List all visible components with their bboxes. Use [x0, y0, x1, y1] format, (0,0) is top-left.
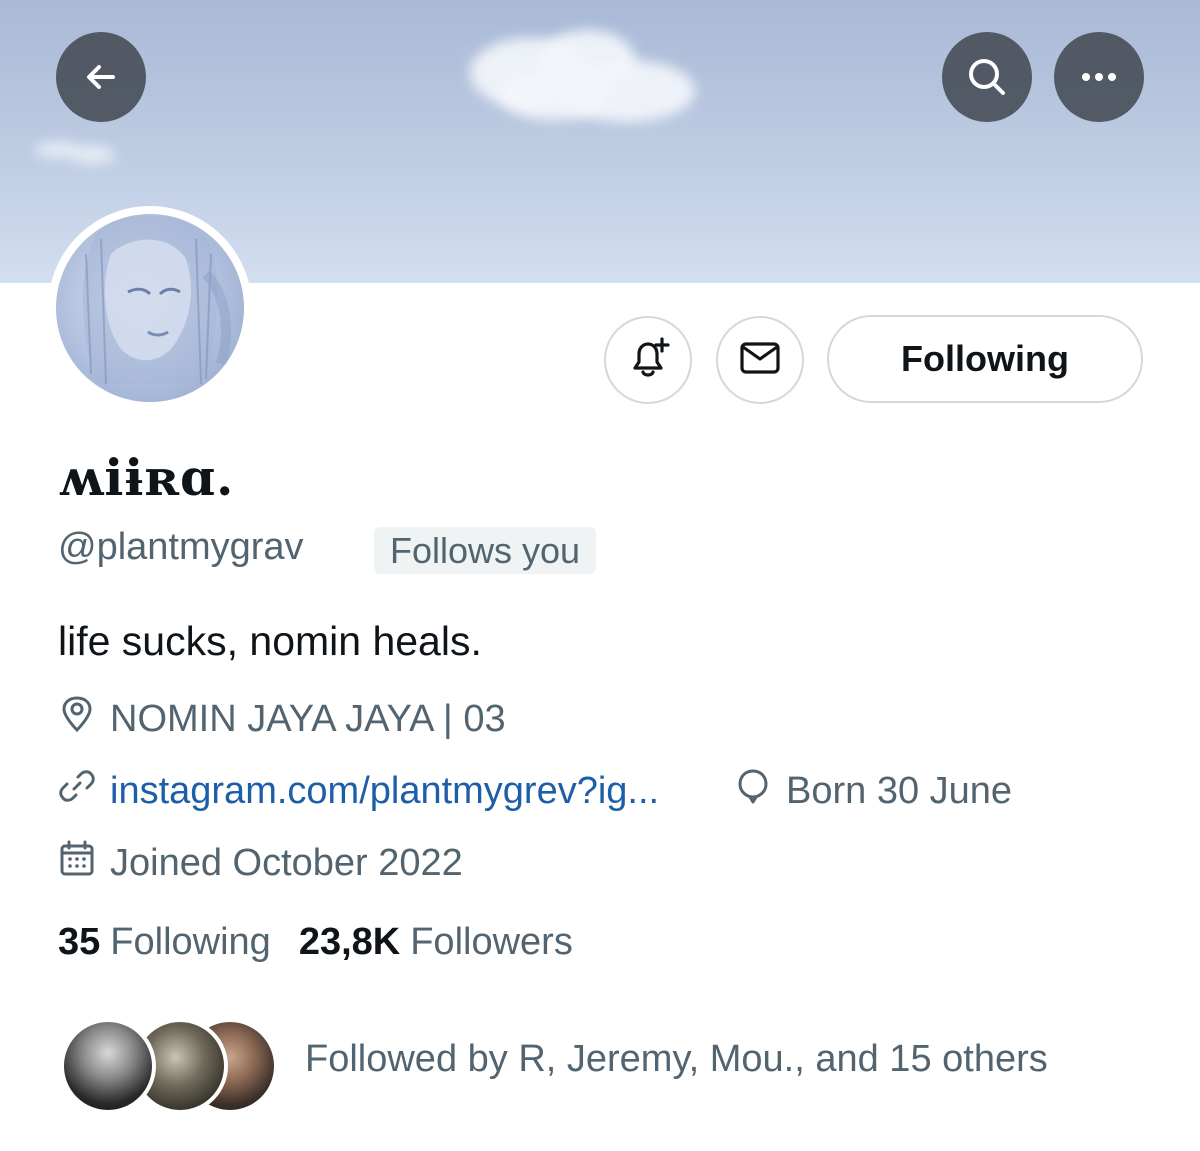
avatar-image [56, 214, 244, 402]
balloon-icon [734, 767, 786, 815]
profile-avatar[interactable] [48, 206, 252, 410]
mutual-followers-avatars[interactable] [60, 1018, 280, 1114]
bell-plus-icon [625, 335, 671, 386]
profile-page: Following ʍiɨʀɑ. @plantmygrav Follows yo… [0, 0, 1200, 1151]
following-button[interactable]: Following [827, 315, 1143, 403]
website-row[interactable]: instagram.com/plantmygrev?ig... [58, 767, 659, 815]
message-button[interactable] [716, 316, 804, 404]
banner-cloud [70, 146, 115, 164]
search-icon [965, 55, 1009, 99]
user-handle: @plantmygrav [58, 526, 304, 568]
following-stat[interactable]: 35 Following [58, 921, 271, 964]
more-button[interactable] [1054, 32, 1144, 122]
followers-count: 23,8K [298, 921, 401, 963]
more-horizontal-icon [1079, 71, 1119, 83]
follows-you-badge: Follows you [374, 527, 597, 574]
location-text: NOMIN JAYA JAYA | 03 [110, 697, 506, 740]
following-count: 35 [58, 921, 101, 963]
location-row: NOMIN JAYA JAYA | 03 [58, 695, 506, 743]
link-icon [58, 767, 110, 815]
back-button[interactable] [56, 32, 146, 122]
display-name: ʍiɨʀɑ. [58, 448, 235, 507]
birthday-row: Born 30 June [734, 767, 1012, 815]
location-pin-icon [58, 695, 110, 743]
banner-cloud [500, 70, 610, 120]
notifications-button[interactable] [604, 316, 692, 404]
following-label: Following [110, 921, 271, 963]
arrow-left-icon [81, 57, 121, 97]
follow-stats: 35 Following 23,8K Followers [58, 921, 601, 964]
avatar [60, 1018, 156, 1114]
joined-text: Joined October 2022 [110, 841, 463, 884]
followed-by-text[interactable]: Followed by R, Jeremy, Mou., and 15 othe… [305, 1038, 1048, 1081]
profile-bio: life sucks, nomin heals. [58, 618, 482, 664]
joined-row: Joined October 2022 [58, 839, 463, 887]
followers-stat[interactable]: 23,8K Followers [299, 921, 573, 964]
birthday-text: Born 30 June [786, 769, 1013, 812]
search-button[interactable] [942, 32, 1032, 122]
website-link[interactable]: instagram.com/plantmygrev?ig... [110, 770, 659, 813]
followers-label: Followers [410, 921, 573, 963]
envelope-icon [737, 335, 783, 386]
calendar-icon [58, 839, 110, 887]
